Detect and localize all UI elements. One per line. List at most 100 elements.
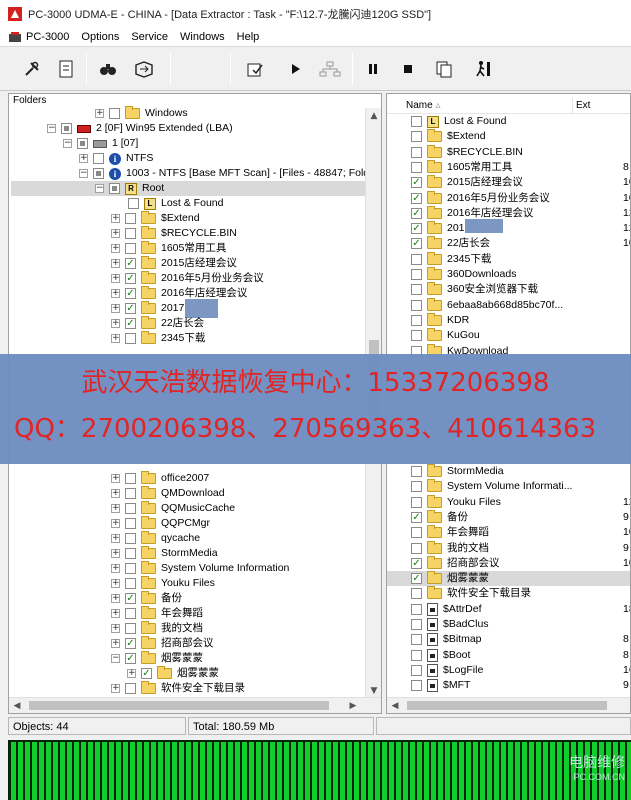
- expand-icon[interactable]: +: [111, 624, 120, 633]
- checkbox[interactable]: [128, 198, 139, 209]
- run-man-icon[interactable]: [472, 57, 496, 81]
- tree-item-folder[interactable]: + $Extend: [111, 211, 200, 226]
- expand-icon[interactable]: +: [111, 564, 120, 573]
- tree-item-folder[interactable]: +1605常用工具: [111, 241, 226, 256]
- checkbox[interactable]: ✓: [125, 303, 136, 314]
- checkbox[interactable]: [411, 649, 422, 661]
- checkbox[interactable]: ✓: [125, 288, 136, 299]
- checkbox[interactable]: [411, 603, 422, 615]
- scroll-thumb[interactable]: [29, 701, 329, 710]
- checkbox[interactable]: [411, 131, 422, 143]
- file-list-row[interactable]: StormMedia: [387, 464, 630, 479]
- file-list-row[interactable]: 6ebaa8ab668d85bc70f...: [387, 297, 630, 313]
- collapse-icon[interactable]: −: [79, 169, 88, 178]
- checkbox[interactable]: [125, 608, 136, 619]
- checkbox[interactable]: ✓: [411, 238, 422, 250]
- file-list-row[interactable]: 我的文档 9: [387, 540, 630, 556]
- tree-item-folder[interactable]: +2345下载: [111, 331, 205, 346]
- expand-icon[interactable]: +: [111, 504, 120, 513]
- checkbox[interactable]: [411, 680, 422, 692]
- file-list-row[interactable]: Youku Files 12: [387, 494, 630, 510]
- tree-item-folder[interactable]: + StormMedia: [111, 546, 218, 561]
- export-icon[interactable]: [132, 57, 156, 81]
- expand-icon[interactable]: +: [111, 579, 120, 588]
- expand-icon[interactable]: +: [111, 229, 120, 238]
- checkbox[interactable]: [411, 146, 422, 158]
- file-list-row[interactable]: 2345下载: [387, 251, 630, 267]
- checkbox[interactable]: [125, 228, 136, 239]
- collapse-icon[interactable]: −: [47, 124, 56, 133]
- file-list-row[interactable]: 软件安全下载目录: [387, 586, 630, 601]
- checkbox[interactable]: [411, 299, 422, 311]
- checkbox[interactable]: [411, 116, 422, 127]
- checkbox[interactable]: [411, 634, 422, 646]
- file-list-row[interactable]: ✓2016年店经理会议12: [387, 205, 630, 221]
- checkbox[interactable]: [411, 619, 422, 630]
- tree-item-folder[interactable]: + 年会舞蹈: [111, 606, 203, 621]
- checkbox[interactable]: ✓: [125, 638, 136, 649]
- network-icon[interactable]: [318, 57, 342, 81]
- stop-icon[interactable]: [396, 57, 420, 81]
- checkbox[interactable]: [125, 683, 136, 694]
- tree-item-folder[interactable]: + ✓ 招商部会议: [111, 636, 214, 651]
- collapse-icon[interactable]: −: [111, 654, 120, 663]
- checkbox[interactable]: [125, 473, 136, 484]
- file-list-row[interactable]: 360安全浏览器下载: [387, 282, 630, 297]
- scroll-right-icon[interactable]: ▶: [345, 698, 361, 713]
- collapse-icon[interactable]: −: [63, 139, 72, 148]
- tree-item-folder[interactable]: + ✓ 2017卢: [111, 301, 195, 316]
- file-list-row[interactable]: $Boot 8: [387, 648, 630, 663]
- expand-icon[interactable]: +: [111, 549, 120, 558]
- file-list-row[interactable]: L Lost & Found: [387, 114, 630, 129]
- tree-horizontal-scrollbar[interactable]: ◀ ▶: [9, 697, 381, 713]
- expand-icon[interactable]: +: [111, 609, 120, 618]
- expand-icon[interactable]: +: [111, 304, 120, 313]
- checkbox[interactable]: [125, 213, 136, 224]
- search-binoculars-icon[interactable]: [96, 57, 120, 81]
- file-list-row[interactable]: System Volume Informati...: [387, 479, 630, 494]
- expand-icon[interactable]: +: [127, 669, 136, 678]
- expand-icon[interactable]: +: [111, 334, 120, 343]
- expand-icon[interactable]: +: [111, 259, 120, 268]
- checkbox[interactable]: [411, 466, 422, 477]
- file-list-row[interactable]: 1605常用工具 8: [387, 159, 630, 175]
- checkbox[interactable]: [411, 253, 422, 265]
- file-list-row[interactable]: $BadClus: [387, 617, 630, 632]
- checkbox[interactable]: ✓: [411, 192, 422, 204]
- file-list-row[interactable]: $Bitmap 8: [387, 632, 630, 647]
- expand-icon[interactable]: +: [111, 519, 120, 528]
- scroll-left-icon[interactable]: ◀: [387, 698, 403, 713]
- checkbox[interactable]: ✓: [125, 318, 136, 329]
- checkbox[interactable]: [411, 481, 422, 493]
- checkbox[interactable]: ✓: [411, 177, 422, 189]
- file-list-row[interactable]: 年会舞蹈 10: [387, 525, 630, 540]
- checkbox[interactable]: ✓: [411, 511, 422, 523]
- menu-help[interactable]: Help: [237, 31, 260, 43]
- file-list-row[interactable]: $AttrDef 18: [387, 602, 630, 617]
- tree-item-folder[interactable]: + Youku Files: [111, 576, 215, 591]
- file-list-row[interactable]: ✓ 22店长会 10: [387, 236, 630, 251]
- file-list-row[interactable]: KuGou: [387, 328, 630, 343]
- tree-item-folder[interactable]: + 软件安全下载目录: [111, 681, 245, 696]
- file-list-row[interactable]: ✓ 2016年5月份业务会议 10: [387, 190, 630, 206]
- checkbox[interactable]: [411, 588, 422, 600]
- tree-item-ntfs[interactable]: + i NTFS: [79, 151, 153, 166]
- menu-options[interactable]: Options: [81, 31, 119, 43]
- tree-item-root[interactable]: − R Root: [11, 181, 365, 196]
- tree-item-folder[interactable]: − ✓ 烟雾蒙蒙: [111, 651, 203, 666]
- expand-icon[interactable]: +: [111, 639, 120, 648]
- tree-item-ntfs-mft-scan[interactable]: − i 1003 - NTFS [Base MFT Scan] - [Files -…: [79, 166, 381, 181]
- checkbox[interactable]: [411, 269, 422, 280]
- checkbox[interactable]: [125, 578, 136, 589]
- checkbox[interactable]: [93, 168, 104, 179]
- checkbox[interactable]: [125, 518, 136, 529]
- tree-item-windows[interactable]: + Windows: [95, 106, 188, 121]
- file-list-horizontal-scrollbar[interactable]: ◀: [387, 697, 630, 713]
- checkbox[interactable]: [411, 527, 422, 539]
- checkbox[interactable]: [125, 333, 136, 344]
- expand-icon[interactable]: +: [111, 684, 120, 693]
- checkbox[interactable]: [109, 183, 120, 194]
- expand-icon[interactable]: +: [111, 244, 120, 253]
- checkbox[interactable]: [109, 108, 120, 119]
- file-list-row[interactable]: $LogFile 16: [387, 663, 630, 678]
